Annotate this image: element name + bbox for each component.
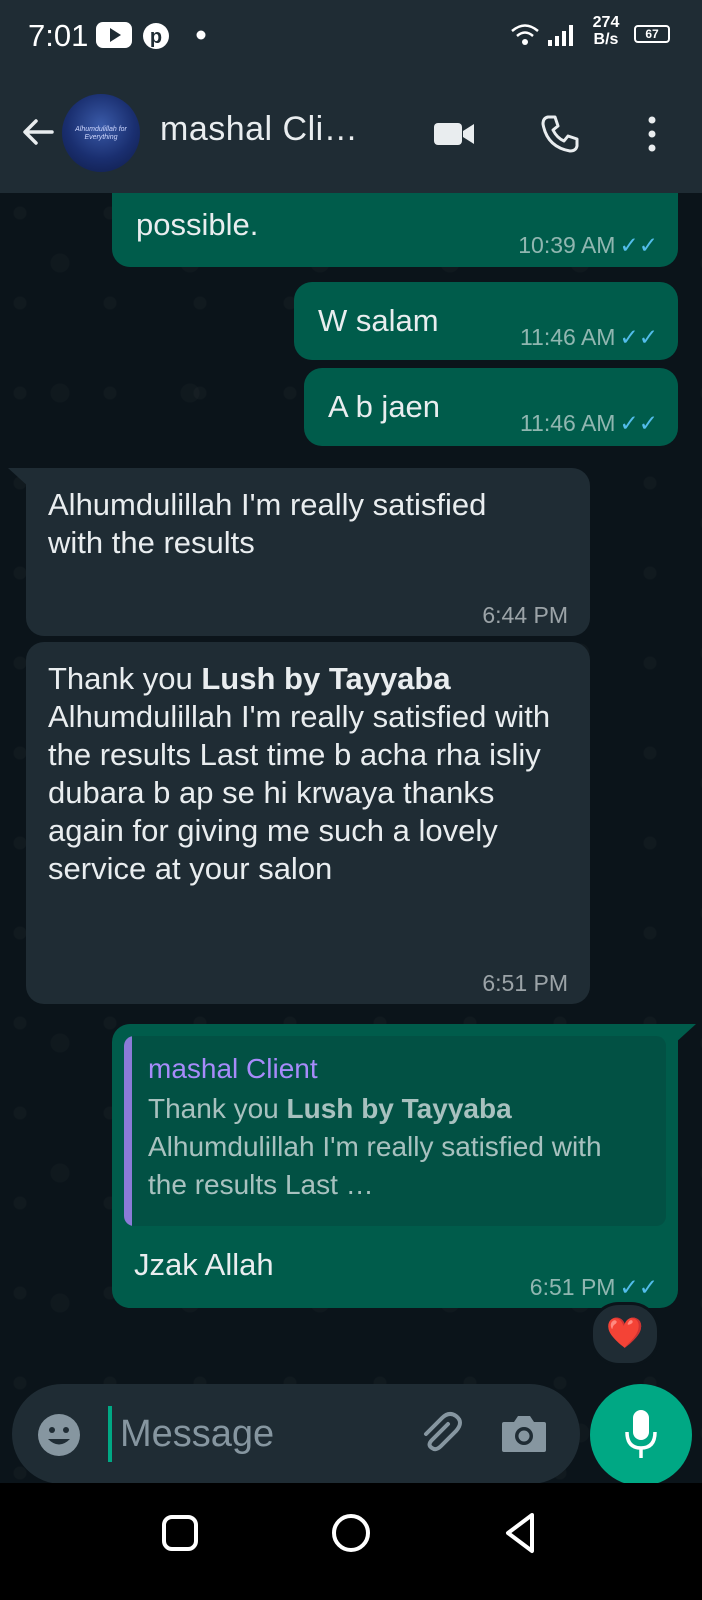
- home-icon[interactable]: [321, 1503, 381, 1563]
- double-check-icon: ✓✓: [619, 324, 658, 350]
- bubble-tail-incoming: [8, 468, 30, 488]
- message-time: 10:39 AM: [518, 232, 616, 258]
- message-bubble-outgoing[interactable]: W salam 11:46 AM ✓✓: [294, 282, 678, 360]
- message-composer: [12, 1384, 580, 1484]
- message-bubble-incoming[interactable]: Thank you Lush by Tayyaba Alhumdulillah …: [26, 642, 590, 1004]
- double-check-icon: ✓✓: [619, 1274, 658, 1300]
- quoted-text: Thank you Lush by Tayyaba Alhumdulillah …: [148, 1090, 646, 1204]
- svg-text:p: p: [150, 26, 162, 48]
- recents-icon[interactable]: [150, 1503, 210, 1563]
- heart-icon: ❤️: [606, 1317, 644, 1350]
- mention-lush: Lush by Tayyaba: [201, 661, 451, 696]
- message-text: A b jaen: [328, 389, 441, 424]
- voice-call-icon[interactable]: [538, 112, 582, 156]
- message-text: W salam: [318, 303, 439, 338]
- message-bubble-outgoing[interactable]: A b jaen 11:46 AM ✓✓: [304, 368, 678, 446]
- back-arrow-icon[interactable]: [18, 112, 58, 152]
- wifi-icon: [511, 24, 539, 45]
- message-time: 6:51 PM: [529, 1274, 616, 1300]
- message-meta: 6:51 PM ✓✓: [530, 1268, 658, 1306]
- status-bar: 7:01 p 274 B/s 67: [0, 0, 702, 75]
- message-text: possible.: [136, 207, 259, 242]
- message-text-rest: Alhumdulillah I'm really satisfied with …: [48, 699, 551, 886]
- more-options-icon[interactable]: [630, 112, 674, 156]
- quoted-message[interactable]: mashal Client Thank you Lush by Tayyaba …: [124, 1036, 666, 1226]
- system-navigation-bar: [0, 1483, 702, 1600]
- double-check-icon: ✓✓: [619, 410, 658, 436]
- attachment-icon[interactable]: [414, 1408, 464, 1458]
- message-meta: 10:39 AM ✓✓: [518, 226, 658, 264]
- header-overlay: Alhumdulillah for Everything mashal Cli…: [0, 75, 702, 193]
- contact-name[interactable]: mashal Cli…: [160, 110, 358, 149]
- back-icon[interactable]: [492, 1503, 552, 1563]
- message-text: Jzak Allah: [134, 1247, 274, 1282]
- video-call-icon[interactable]: [432, 112, 476, 156]
- battery-indicator: 67: [634, 25, 670, 43]
- message-text-start: Thank you: [48, 661, 202, 696]
- message-input[interactable]: [108, 1406, 400, 1462]
- avatar-logo-text: Alhumdulillah for Everything: [75, 126, 127, 141]
- bubble-tail-outgoing: [674, 1024, 696, 1044]
- quoted-text-start: Thank you: [148, 1093, 287, 1124]
- voice-message-button[interactable]: [590, 1384, 692, 1486]
- youtube-icon: [96, 22, 132, 48]
- double-check-icon: ✓✓: [619, 232, 658, 258]
- emoji-icon[interactable]: [36, 1412, 82, 1458]
- message-bubble-outgoing-reply[interactable]: mashal Client Thank you Lush by Tayyaba …: [112, 1024, 678, 1308]
- message-text: Alhumdulillah I'm really satisfied with …: [48, 487, 487, 560]
- camera-icon[interactable]: [500, 1412, 548, 1454]
- reaction-badge[interactable]: ❤️: [590, 1302, 660, 1366]
- message-text: Thank you Lush by Tayyaba Alhumdulillah …: [48, 660, 578, 888]
- message-meta: 11:46 AM ✓✓: [520, 404, 658, 442]
- message-time: 11:46 AM: [519, 324, 616, 350]
- pinterest-icon: p: [143, 23, 169, 49]
- network-speed: 274 B/s: [586, 14, 626, 48]
- status-time: 7:01: [28, 18, 89, 53]
- message-time: 6:44 PM: [482, 602, 568, 628]
- quoted-mention: Lush by Tayyaba: [286, 1093, 512, 1124]
- network-speed-value: 274: [592, 14, 620, 31]
- quoted-text-rest: Alhumdulillah I'm really satisfied with …: [148, 1131, 602, 1200]
- message-time: 6:51 PM: [482, 970, 568, 996]
- message-meta: 11:46 AM ✓✓: [520, 318, 658, 356]
- microphone-icon: [625, 1410, 657, 1458]
- avatar[interactable]: Alhumdulillah for Everything: [62, 94, 140, 172]
- network-speed-unit: B/s: [593, 31, 619, 48]
- signal-icon: [548, 25, 573, 46]
- message-bubble-incoming[interactable]: Alhumdulillah I'm really satisfied with …: [26, 468, 590, 636]
- message-time: 11:46 AM: [519, 410, 616, 436]
- notification-dot-icon: [196, 30, 206, 40]
- quote-accent-bar: [124, 1036, 132, 1226]
- quoted-sender: mashal Client: [148, 1053, 318, 1084]
